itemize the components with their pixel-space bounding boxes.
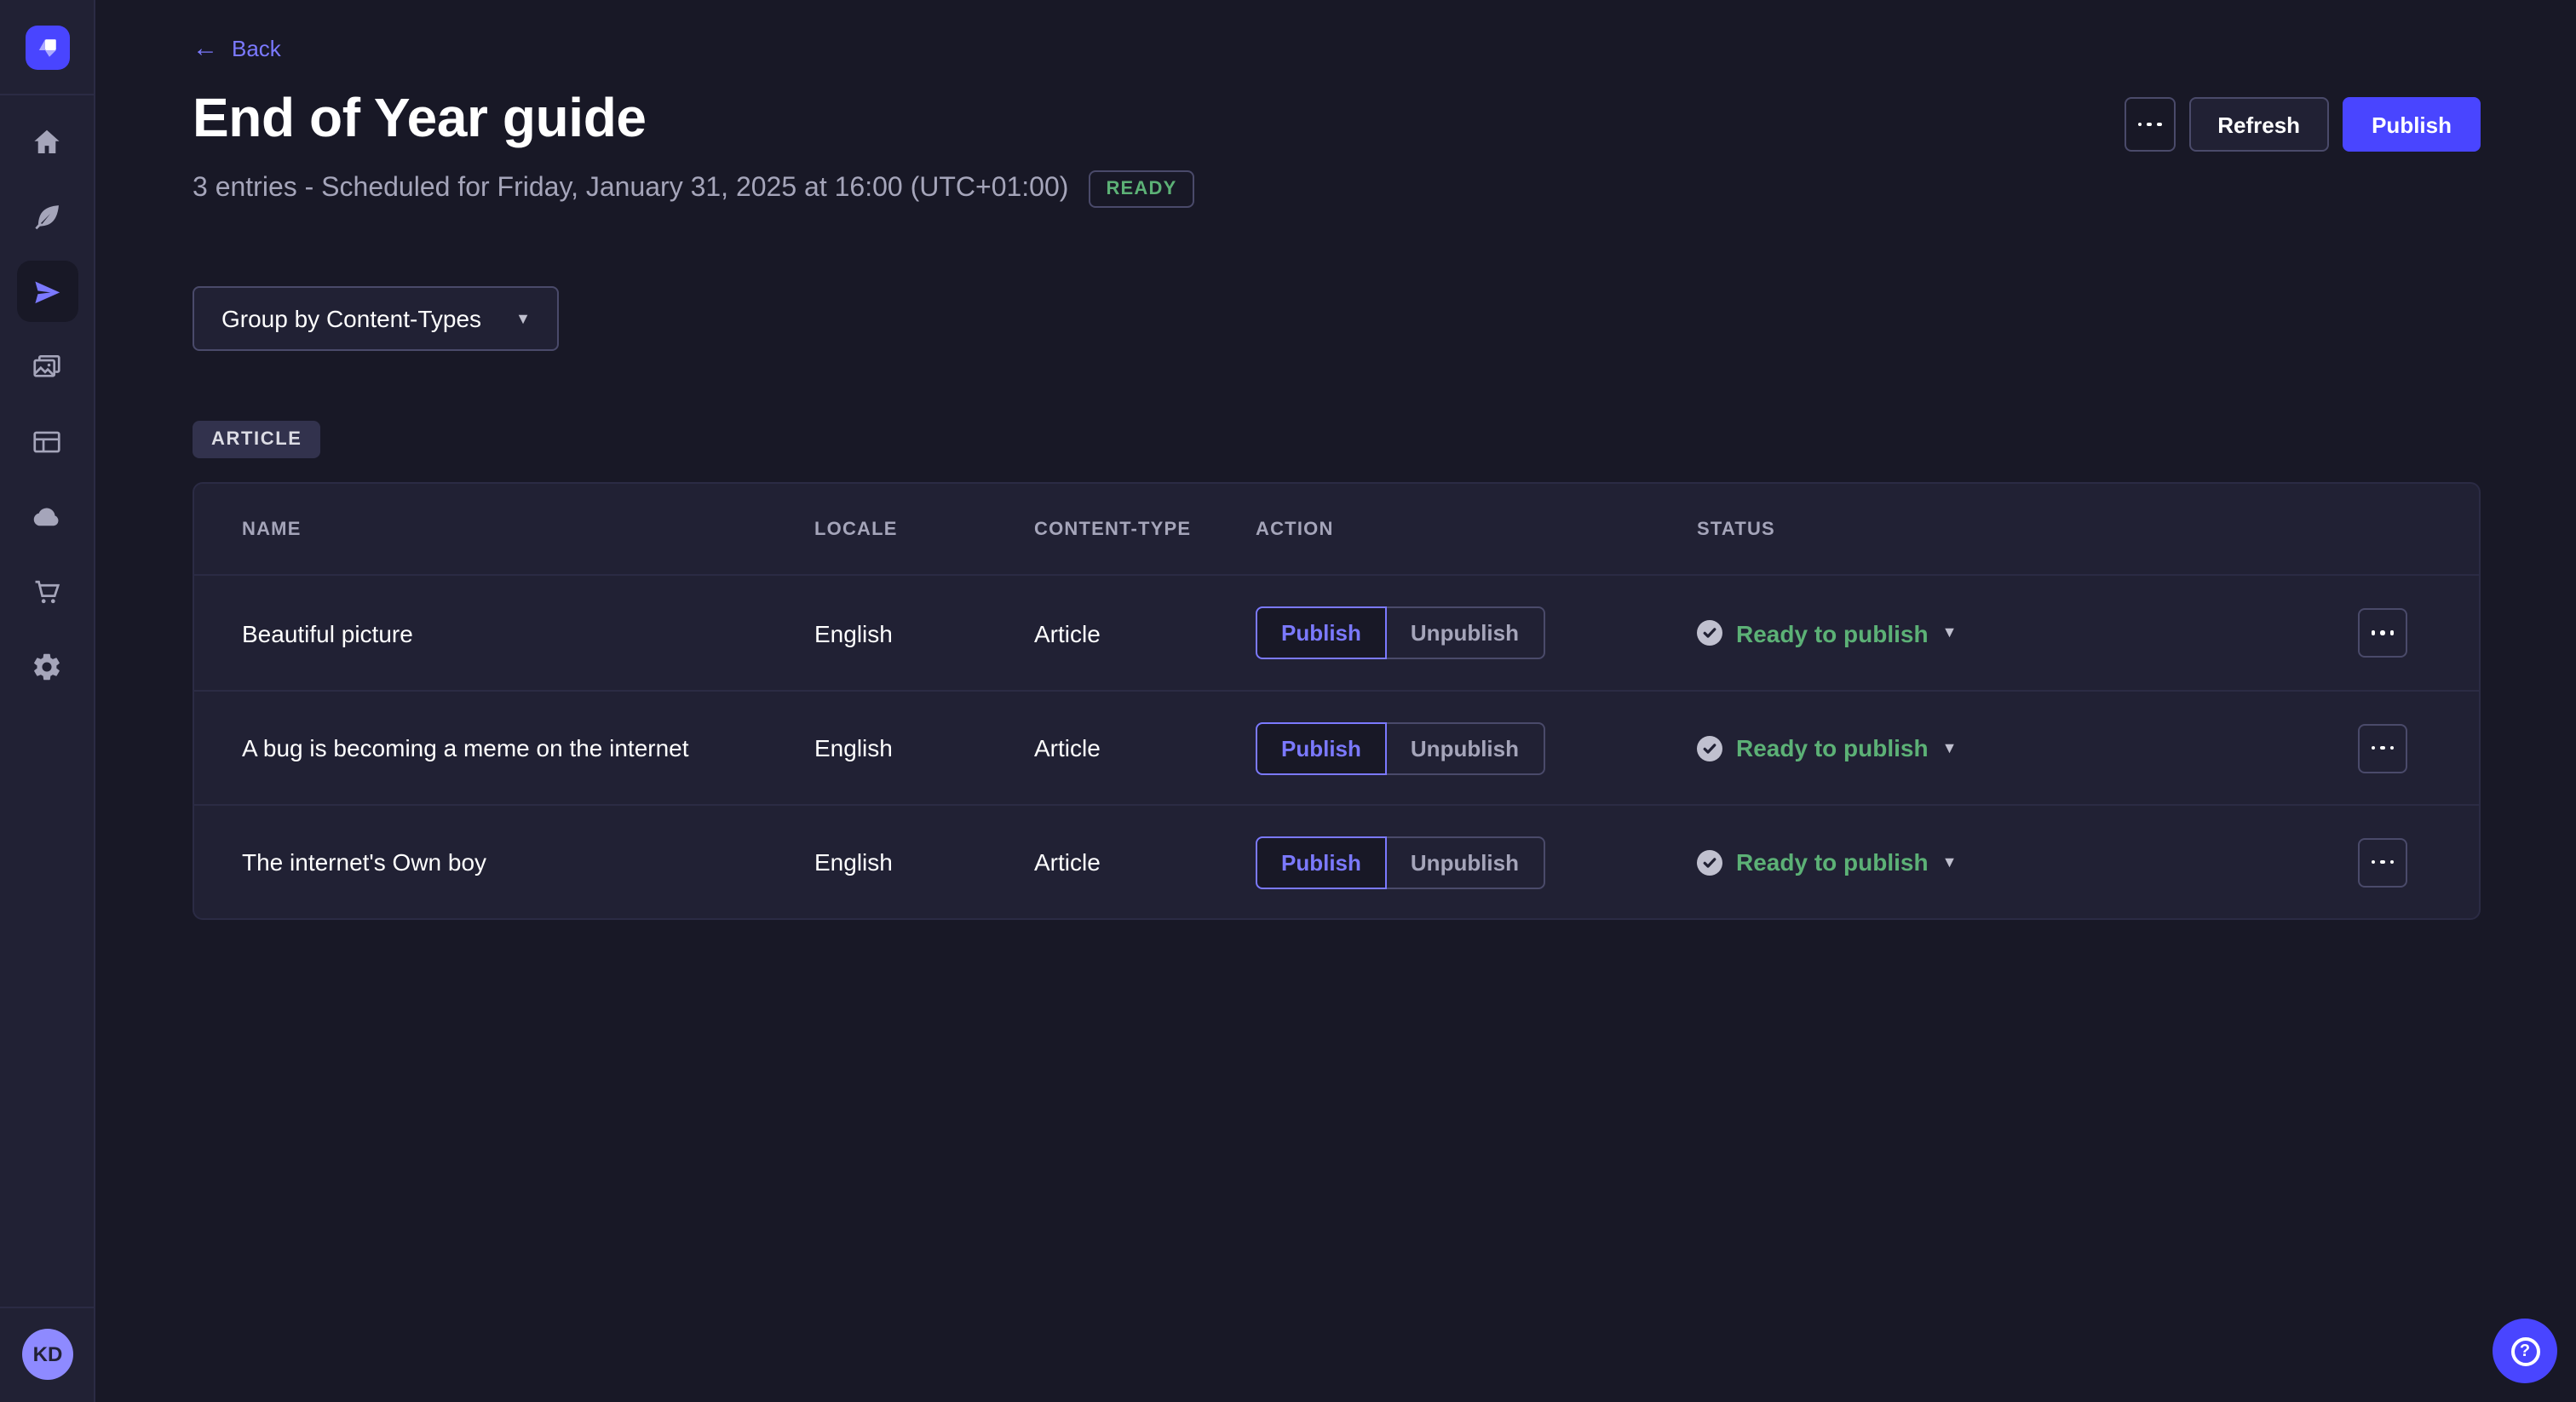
- sidebar-item-home[interactable]: [16, 111, 78, 172]
- check-circle-icon: [1697, 620, 1722, 646]
- unpublish-toggle[interactable]: Unpublish: [1387, 606, 1544, 659]
- table-body: Beautiful picture English Article Publis…: [194, 576, 2479, 918]
- unpublish-toggle[interactable]: Unpublish: [1387, 721, 1544, 774]
- status-badge: READY: [1089, 170, 1193, 208]
- entry-more: [2358, 723, 2407, 773]
- entry-action: Publish Unpublish: [1256, 721, 1697, 774]
- sidebar-item-content-manager[interactable]: [16, 186, 78, 247]
- strapi-logo-icon: [32, 32, 62, 63]
- page-header: ← Back End of Year guide 3 entries - Sch…: [193, 34, 2481, 208]
- content-type-chip: ARTICLE: [193, 421, 321, 458]
- sidebar-divider: [0, 94, 95, 95]
- entry-status[interactable]: Ready to publish ▼: [1697, 848, 2305, 876]
- entry-name: The internet's Own boy: [242, 848, 814, 876]
- ellipsis-icon: [2371, 630, 2395, 635]
- row-more-button[interactable]: [2358, 723, 2407, 773]
- publish-toggle-group: Publish Unpublish: [1256, 836, 1544, 888]
- subtitle-row: 3 entries - Scheduled for Friday, Januar…: [193, 170, 2481, 208]
- sidebar-item-content-type-builder[interactable]: [16, 411, 78, 472]
- entry-status[interactable]: Ready to publish ▼: [1697, 734, 2305, 761]
- ellipsis-icon: [2137, 122, 2161, 126]
- sidebar-divider: [0, 1307, 95, 1308]
- paper-plane-icon: [31, 275, 63, 307]
- back-arrow-icon: ←: [193, 36, 218, 61]
- ellipsis-icon: [2371, 859, 2395, 864]
- group-by-select[interactable]: Group by Content-Types ▼: [193, 286, 560, 351]
- entry-content-type: Article: [1034, 848, 1256, 876]
- column-header-action: ACTION: [1256, 519, 1697, 539]
- question-circle-icon: ?: [2510, 1336, 2539, 1365]
- sidebar-item-media-library[interactable]: [16, 336, 78, 397]
- feather-icon: [31, 200, 63, 233]
- publish-toggle-group: Publish Unpublish: [1256, 606, 1544, 659]
- column-header-name: NAME: [242, 519, 814, 539]
- column-header-status: STATUS: [1697, 519, 2305, 539]
- publish-toggle[interactable]: Publish: [1256, 721, 1387, 774]
- entry-status[interactable]: Ready to publish ▼: [1697, 619, 2305, 646]
- publish-toggle[interactable]: Publish: [1256, 836, 1387, 888]
- release-more-button[interactable]: [2124, 97, 2175, 152]
- media-library-icon: [31, 350, 63, 382]
- chevron-down-icon: ▼: [1942, 740, 1958, 756]
- sidebar-footer: KD: [0, 1307, 95, 1402]
- entry-content-type: Article: [1034, 734, 1256, 761]
- row-more-button[interactable]: [2358, 837, 2407, 887]
- row-more-button[interactable]: [2358, 608, 2407, 658]
- cart-icon: [31, 575, 63, 607]
- entry-action: Publish Unpublish: [1256, 836, 1697, 888]
- strapi-logo[interactable]: [25, 26, 69, 70]
- entry-content-type: Article: [1034, 619, 1256, 646]
- column-header-locale: LOCALE: [814, 519, 1034, 539]
- back-label: Back: [232, 36, 281, 61]
- entry-more: [2358, 837, 2407, 887]
- entry-locale: English: [814, 734, 1034, 761]
- sidebar-item-settings[interactable]: [16, 635, 78, 697]
- table-header: NAME LOCALE CONTENT-TYPE ACTION STATUS: [194, 484, 2479, 576]
- user-avatar[interactable]: KD: [22, 1329, 73, 1380]
- chevron-down-icon: ▼: [515, 311, 531, 326]
- header-actions: Refresh Publish: [2124, 97, 2481, 152]
- unpublish-toggle[interactable]: Unpublish: [1387, 836, 1544, 888]
- sidebar-item-marketplace[interactable]: [16, 560, 78, 622]
- layout-icon: [31, 425, 63, 457]
- publish-toggle-group: Publish Unpublish: [1256, 721, 1544, 774]
- entry-name: Beautiful picture: [242, 619, 814, 646]
- table-row: Beautiful picture English Article Publis…: [194, 576, 2479, 690]
- app-window: KD ← Back End of Year guide 3 entries - …: [0, 0, 2576, 1402]
- table-row: The internet's Own boy English Article P…: [194, 804, 2479, 918]
- entry-locale: English: [814, 619, 1034, 646]
- chevron-down-icon: ▼: [1942, 854, 1958, 870]
- help-button[interactable]: ?: [2493, 1319, 2557, 1383]
- sidebar: KD: [0, 0, 95, 1402]
- publish-button[interactable]: Publish: [2343, 97, 2481, 152]
- home-icon: [31, 125, 63, 158]
- sidebar-nav: [16, 111, 78, 697]
- check-circle-icon: [1697, 735, 1722, 761]
- back-link[interactable]: ← Back: [193, 36, 281, 61]
- sidebar-item-releases[interactable]: [16, 261, 78, 322]
- status-label: Ready to publish: [1736, 848, 1929, 876]
- table-row: A bug is becoming a meme on the internet…: [194, 690, 2479, 804]
- check-circle-icon: [1697, 849, 1722, 875]
- status-label: Ready to publish: [1736, 734, 1929, 761]
- release-summary: 3 entries - Scheduled for Friday, Januar…: [193, 174, 1068, 204]
- main-content: ← Back End of Year guide 3 entries - Sch…: [95, 0, 2576, 1402]
- entry-locale: English: [814, 848, 1034, 876]
- chevron-down-icon: ▼: [1942, 625, 1958, 641]
- ellipsis-icon: [2371, 745, 2395, 750]
- column-header-content-type: CONTENT-TYPE: [1034, 519, 1256, 539]
- entries-table: NAME LOCALE CONTENT-TYPE ACTION STATUS B…: [193, 482, 2481, 920]
- refresh-button[interactable]: Refresh: [2188, 97, 2329, 152]
- entry-action: Publish Unpublish: [1256, 606, 1697, 659]
- cloud-icon: [31, 500, 63, 532]
- entry-more: [2358, 608, 2407, 658]
- sidebar-item-deploy[interactable]: [16, 486, 78, 547]
- gear-icon: [31, 650, 63, 682]
- status-label: Ready to publish: [1736, 619, 1929, 646]
- group-by-label: Group by Content-Types: [221, 305, 481, 332]
- publish-toggle[interactable]: Publish: [1256, 606, 1387, 659]
- entry-name: A bug is becoming a meme on the internet: [242, 734, 814, 761]
